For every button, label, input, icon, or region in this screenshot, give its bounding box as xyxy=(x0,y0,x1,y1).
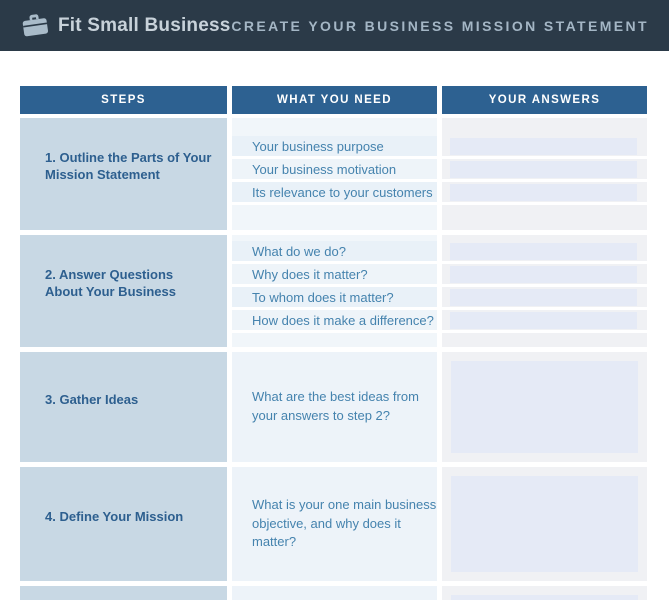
answer-field[interactable] xyxy=(451,595,638,600)
answer-field[interactable] xyxy=(450,311,637,329)
table-row: 1. Outline the Parts of Your Mission Sta… xyxy=(20,118,648,230)
answers-filler xyxy=(442,205,647,230)
answer-field[interactable] xyxy=(451,476,638,572)
step-cell: 4. Define Your Mission xyxy=(20,467,227,581)
table-row: 4. Define Your Mission What is your one … xyxy=(20,467,648,581)
need-item: To whom does it matter? xyxy=(232,287,437,307)
need-item: Your business motivation xyxy=(232,159,437,179)
column-header-what-you-need: WHAT YOU NEED xyxy=(232,86,437,114)
step-label: 3. Gather Ideas xyxy=(45,391,139,407)
answers-cell xyxy=(442,586,647,600)
needs-filler xyxy=(232,118,437,136)
answers-filler xyxy=(442,333,647,347)
step-label: 2. Answer Questions About Your Business xyxy=(45,267,176,299)
need-item: Your business purpose xyxy=(232,136,437,156)
answers-cell xyxy=(442,235,647,347)
needs-cell: What is your one main business objective… xyxy=(232,467,437,581)
answer-field[interactable] xyxy=(451,361,638,453)
page-header: Fit Small Business CREATE YOUR BUSINESS … xyxy=(0,0,669,51)
answer-field[interactable] xyxy=(450,137,637,155)
needs-filler xyxy=(232,205,437,230)
needs-filler xyxy=(232,333,437,347)
answers-cell xyxy=(442,467,647,581)
answers-cell xyxy=(442,352,647,462)
needs-cell: What are the best ideas from your answer… xyxy=(232,352,437,462)
need-item: How does it make a difference? xyxy=(232,310,437,330)
answer-field[interactable] xyxy=(450,288,637,306)
step-label: 4. Define Your Mission xyxy=(45,508,184,524)
need-item: Why does it matter? xyxy=(232,264,437,284)
needs-cell xyxy=(232,586,437,600)
answers-cell xyxy=(442,118,647,230)
table-header-row: STEPS WHAT YOU NEED YOUR ANSWERS xyxy=(20,86,648,114)
table-row xyxy=(20,586,648,600)
need-item: Its relevance to your customers xyxy=(232,182,437,202)
needs-cell: Your business purpose Your business moti… xyxy=(232,118,437,230)
need-item: What do we do? xyxy=(232,241,437,261)
table-row: 3. Gather Ideas What are the best ideas … xyxy=(20,352,648,462)
column-header-your-answers: YOUR ANSWERS xyxy=(442,86,647,114)
brand-name: Fit Small Business xyxy=(58,14,231,36)
answers-filler xyxy=(442,118,647,136)
step-label: 1. Outline the Parts of Your Mission Sta… xyxy=(45,150,212,182)
answer-field[interactable] xyxy=(450,265,637,283)
needs-cell: What do we do? Why does it matter? To wh… xyxy=(232,235,437,347)
brand: Fit Small Business xyxy=(20,13,231,38)
column-header-steps: STEPS xyxy=(20,86,227,114)
table-row: 2. Answer Questions About Your Business … xyxy=(20,235,648,347)
step-cell: 2. Answer Questions About Your Business xyxy=(20,235,227,347)
need-item: What are the best ideas from your answer… xyxy=(252,389,419,423)
step-cell: 3. Gather Ideas xyxy=(20,352,227,462)
worksheet: STEPS WHAT YOU NEED YOUR ANSWERS 1. Outl… xyxy=(0,51,648,600)
answer-field[interactable] xyxy=(450,242,637,260)
answer-field[interactable] xyxy=(450,160,637,178)
briefcase-icon xyxy=(18,9,51,40)
step-cell: 1. Outline the Parts of Your Mission Sta… xyxy=(20,118,227,230)
step-cell xyxy=(20,586,227,600)
page-title: CREATE YOUR BUSINESS MISSION STATEMENT xyxy=(231,17,649,34)
need-item: What is your one main business objective… xyxy=(252,496,437,550)
answer-field[interactable] xyxy=(450,183,637,201)
